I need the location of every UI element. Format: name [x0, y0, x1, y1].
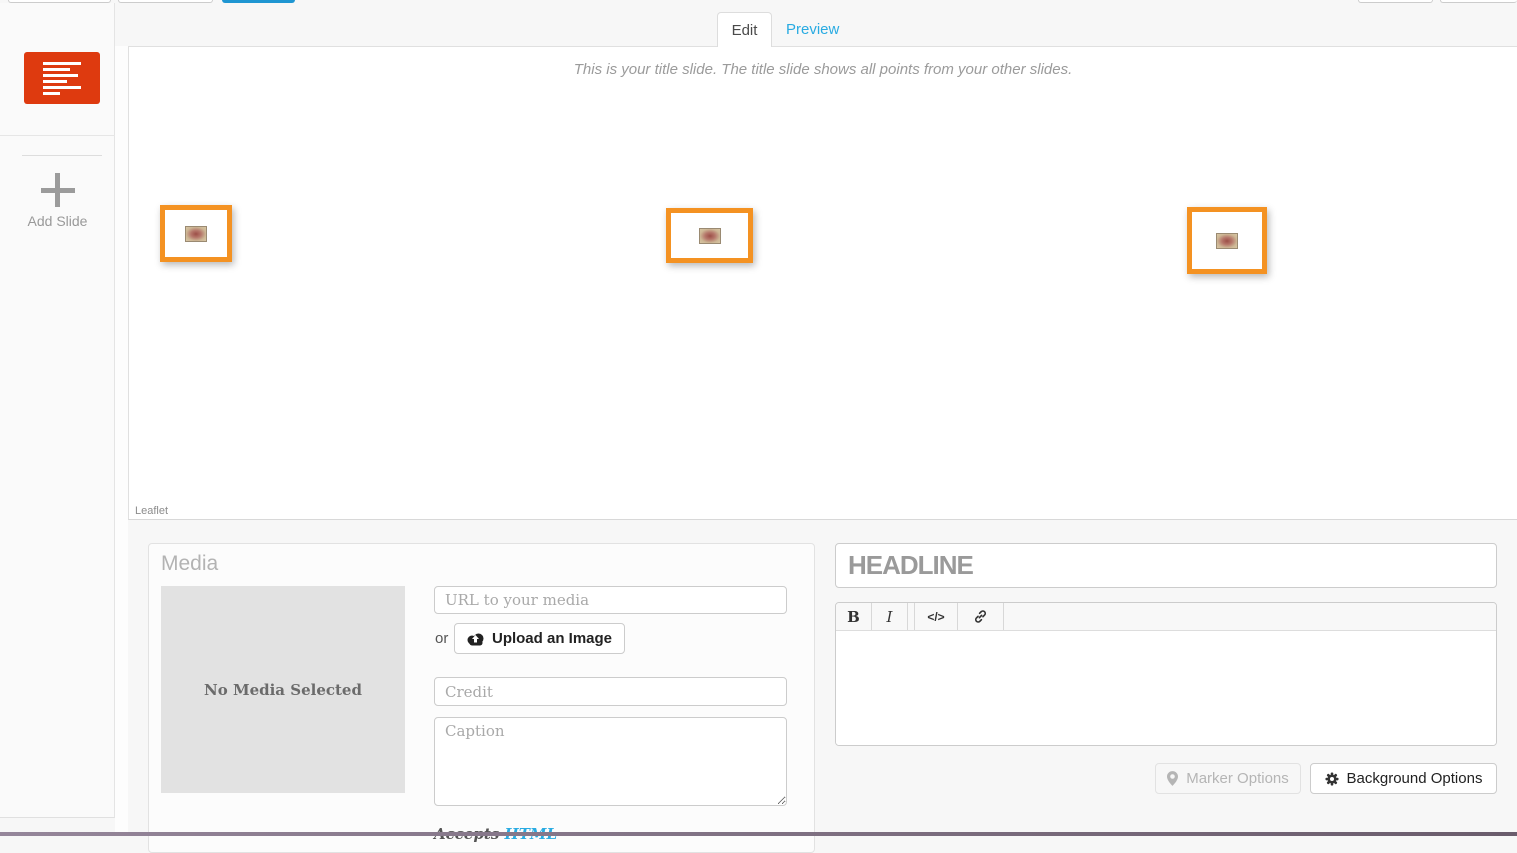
plus-icon	[41, 173, 75, 207]
map-marker-3[interactable]	[1187, 207, 1267, 274]
editor-toolbar: B I </>	[836, 603, 1496, 631]
italic-button[interactable]: I	[872, 603, 908, 630]
media-panel: Media No Media Selected or Upload an Ima…	[148, 543, 815, 853]
leaflet-attribution[interactable]: Leaflet	[135, 505, 168, 517]
title-slide-hint: This is your title slide. The title slid…	[129, 61, 1517, 78]
map-marker-2[interactable]	[666, 208, 753, 263]
gear-icon	[1325, 772, 1339, 786]
bottom-window-edge	[0, 832, 1517, 836]
marker-thumbnail-image	[699, 228, 721, 244]
tab-edit[interactable]: Edit	[717, 12, 772, 47]
no-media-label: No Media Selected	[204, 681, 362, 699]
add-slide-button[interactable]: Add Slide	[0, 173, 115, 233]
marker-thumbnail-image	[185, 226, 207, 242]
top-toolbar-button-stub-right-2[interactable]	[1440, 0, 1517, 3]
credit-input[interactable]	[434, 677, 787, 706]
media-url-input[interactable]	[434, 586, 787, 614]
upload-image-button[interactable]: Upload an Image	[454, 623, 625, 654]
rich-text-editor: B I </>	[835, 602, 1497, 746]
link-button[interactable]	[958, 603, 1004, 630]
upload-image-label: Upload an Image	[492, 630, 612, 647]
code-button[interactable]: </>	[914, 603, 958, 630]
media-panel-title: Media	[161, 552, 218, 576]
top-toolbar-button-stub-2[interactable]	[118, 0, 213, 3]
add-slide-label: Add Slide	[0, 213, 115, 229]
add-slide-divider	[22, 155, 102, 156]
editor-text-area[interactable]	[836, 631, 1496, 746]
cloud-upload-icon	[467, 632, 484, 646]
slides-sidebar: Add Slide	[0, 3, 115, 818]
caption-textarea[interactable]	[434, 717, 787, 806]
sidebar-gap	[115, 46, 128, 836]
or-label: or	[435, 630, 448, 647]
map-canvas[interactable]: This is your title slide. The title slid…	[128, 46, 1517, 520]
background-options-button[interactable]: Background Options	[1310, 763, 1497, 794]
link-icon	[973, 609, 988, 624]
top-toolbar-button-stub-right-1[interactable]	[1358, 0, 1433, 3]
map-pin-icon	[1167, 771, 1178, 786]
top-toolbar-primary-button-stub[interactable]	[222, 0, 295, 3]
title-slide-thumbnail[interactable]	[24, 52, 100, 104]
sidebar-divider	[0, 135, 115, 136]
text-lines-icon	[43, 62, 81, 95]
tab-preview[interactable]: Preview	[786, 21, 839, 38]
media-preview-placeholder: No Media Selected	[161, 586, 405, 793]
marker-options-label: Marker Options	[1186, 770, 1289, 787]
marker-thumbnail-image	[1216, 233, 1238, 249]
bold-button[interactable]: B	[836, 603, 872, 630]
headline-input[interactable]	[835, 543, 1497, 588]
map-marker-1[interactable]	[160, 205, 232, 262]
marker-options-button[interactable]: Marker Options	[1155, 763, 1301, 794]
background-options-label: Background Options	[1347, 770, 1483, 787]
